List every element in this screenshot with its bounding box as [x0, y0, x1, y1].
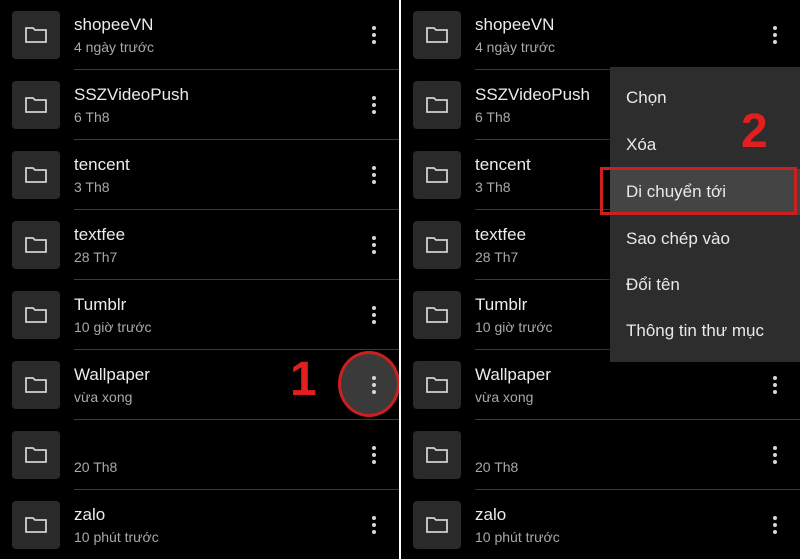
folder-name: Tumblr: [74, 295, 127, 314]
step-number-2: 2: [741, 105, 768, 158]
folder-icon: [12, 291, 60, 339]
more-vertical-icon: [773, 33, 777, 37]
folder-icon: [12, 221, 60, 269]
folder-date: 10 giờ trước: [74, 319, 152, 335]
file-list-panel-right: shopeeVN 4 ngày trước SSZVideoPush 6 Th8…: [401, 0, 800, 559]
more-options-button-wallpaper[interactable]: [356, 365, 392, 405]
folder-name: zalo: [74, 505, 106, 524]
list-item[interactable]: 20 Th8: [0, 420, 399, 490]
folder-date: 10 phút trước: [74, 529, 159, 545]
folder-name: Wallpaper: [475, 365, 551, 384]
menu-item-delete[interactable]: Xóa: [610, 122, 800, 168]
menu-item-highlight-frame: [600, 167, 797, 215]
folder-name: SSZVideoPush: [74, 85, 189, 104]
folder-icon: [12, 431, 60, 479]
folder-name: textfee: [475, 225, 527, 244]
folder-date: vừa xong: [74, 389, 133, 405]
folder-name: zalo: [475, 505, 507, 524]
folder-icon: [12, 81, 60, 129]
more-options-button[interactable]: [757, 505, 793, 545]
folder-date: 20 Th8: [74, 459, 118, 475]
folder-name: SSZVideoPush: [475, 85, 590, 104]
folder-icon: [413, 11, 461, 59]
more-vertical-icon: [372, 173, 376, 177]
more-vertical-icon: [372, 383, 376, 387]
folder-name: tencent: [475, 155, 531, 174]
list-item[interactable]: SSZVideoPush 6 Th8: [0, 70, 399, 140]
folder-date: 4 ngày trước: [74, 39, 155, 55]
more-vertical-icon: [372, 313, 376, 317]
more-options-button[interactable]: [356, 155, 392, 195]
more-options-button[interactable]: [356, 225, 392, 265]
more-vertical-icon: [773, 523, 777, 527]
folder-date: vừa xong: [475, 389, 534, 405]
folder-icon: [12, 501, 60, 549]
folder-icon: [413, 221, 461, 269]
folder-date: 3 Th8: [475, 179, 511, 195]
folder-icon: [413, 291, 461, 339]
folder-date: 28 Th7: [475, 249, 519, 265]
folder-date: 20 Th8: [475, 459, 519, 475]
more-options-button[interactable]: [356, 505, 392, 545]
more-options-button[interactable]: [356, 435, 392, 475]
list-item[interactable]: zalo 10 phút trước: [0, 490, 399, 559]
list-item[interactable]: textfee 28 Th7: [0, 210, 399, 280]
folder-icon: [413, 431, 461, 479]
menu-item-rename[interactable]: Đổi tên: [610, 262, 800, 308]
folder-icon: [413, 81, 461, 129]
folder-icon: [413, 151, 461, 199]
folder-name: tencent: [74, 155, 130, 174]
file-list-panel-left: shopeeVN 4 ngày trước SSZVideoPush 6 Th8…: [0, 0, 399, 559]
step-number-1: 1: [290, 353, 317, 406]
more-vertical-icon: [773, 453, 777, 457]
folder-icon: [12, 151, 60, 199]
more-options-button[interactable]: [356, 295, 392, 335]
menu-item-select[interactable]: Chọn: [610, 75, 800, 121]
folder-icon: [12, 361, 60, 409]
folder-date: 3 Th8: [74, 179, 110, 195]
folder-date: 10 giờ trước: [475, 319, 553, 335]
more-vertical-icon: [372, 103, 376, 107]
more-options-button[interactable]: [757, 435, 793, 475]
more-vertical-icon: [372, 523, 376, 527]
list-item[interactable]: shopeeVN 4 ngày trước: [401, 0, 800, 70]
more-vertical-icon: [372, 33, 376, 37]
list-item[interactable]: shopeeVN 4 ngày trước: [0, 0, 399, 70]
list-item[interactable]: 20 Th8: [401, 420, 800, 490]
folder-icon: [413, 361, 461, 409]
folder-name: shopeeVN: [74, 15, 154, 34]
menu-item-copy-to[interactable]: Sao chép vào: [610, 216, 800, 262]
menu-item-folder-info[interactable]: Thông tin thư mục: [610, 308, 800, 354]
more-options-button[interactable]: [757, 15, 793, 55]
list-item[interactable]: Tumblr 10 giờ trước: [0, 280, 399, 350]
folder-name: textfee: [74, 225, 126, 244]
folder-name: Tumblr: [475, 295, 528, 314]
folder-date: 4 ngày trước: [475, 39, 556, 55]
more-vertical-icon: [372, 453, 376, 457]
folder-name: shopeeVN: [475, 15, 555, 34]
folder-date: 6 Th8: [74, 109, 110, 125]
list-item[interactable]: tencent 3 Th8: [0, 140, 399, 210]
folder-date: 28 Th7: [74, 249, 118, 265]
list-item[interactable]: zalo 10 phút trước: [401, 490, 800, 559]
more-options-button[interactable]: [356, 85, 392, 125]
more-vertical-icon: [773, 383, 777, 387]
more-vertical-icon: [372, 243, 376, 247]
folder-icon: [12, 11, 60, 59]
more-options-button[interactable]: [356, 15, 392, 55]
folder-name: Wallpaper: [74, 365, 150, 384]
folder-icon: [413, 501, 461, 549]
more-options-button[interactable]: [757, 365, 793, 405]
folder-date: 10 phút trước: [475, 529, 560, 545]
folder-date: 6 Th8: [475, 109, 511, 125]
